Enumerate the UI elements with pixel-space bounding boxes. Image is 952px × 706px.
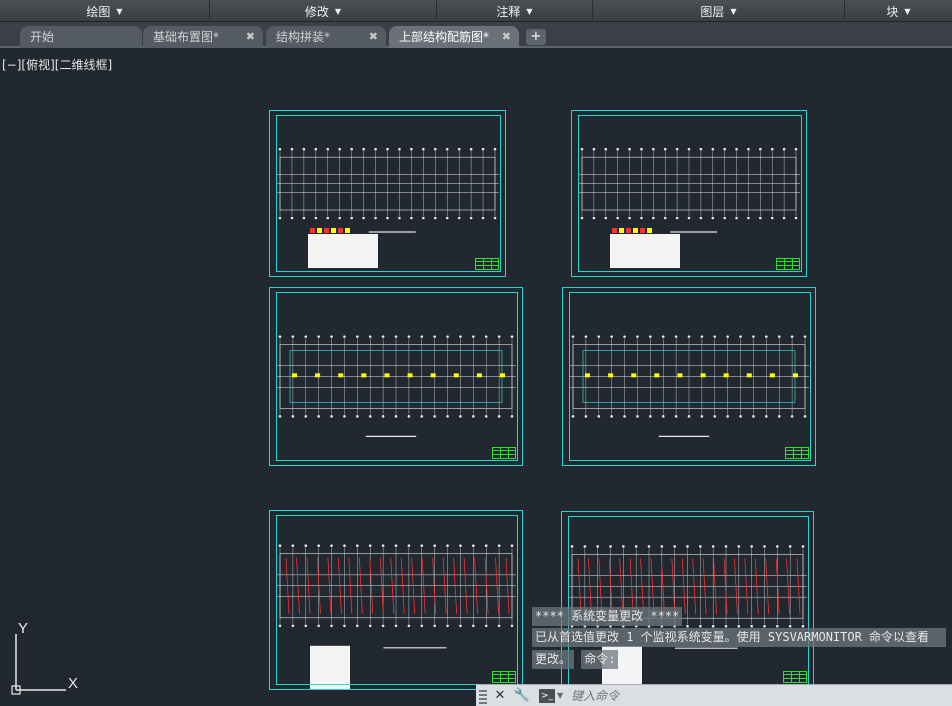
sheet-inner-border [569,292,811,461]
command-history-line: **** 系统变量更改 **** [532,607,683,626]
tab-file-3-label: 上部结构配筋图* [399,30,490,44]
drawing-sheet[interactable] [571,110,807,277]
panel-annotate-label: 注释 [496,4,521,19]
panel-annotate[interactable]: 注释 ▼ [437,0,593,22]
viewport-controls-label[interactable]: [−][俯视][二维线框] [2,56,112,73]
title-block [492,671,516,683]
tab-start-label: 开始 [30,30,55,44]
close-icon[interactable]: ✕ [491,687,509,705]
panel-layers-label: 图层 [700,4,725,19]
command-prompt-icon[interactable]: >_ [539,688,555,703]
sheet-inner-border [276,515,518,685]
drawing-sheet[interactable] [269,110,506,277]
chevron-down-icon: ▼ [526,6,533,16]
close-icon[interactable]: ✖ [502,26,511,48]
new-tab-button[interactable]: + [526,29,546,45]
ribbon-panel-bar: 绘图 ▼ 修改 ▼ 注释 ▼ 图层 ▼ 块 ▼ [0,0,952,22]
close-icon[interactable]: ✖ [246,26,255,48]
tab-file-2[interactable]: 结构拼装* ✖ [266,26,386,48]
wrench-icon[interactable]: 🔧 [513,687,531,705]
command-line-bar: ✕ 🔧 >_ ▼ [476,684,952,706]
panel-block-label: 块 [886,4,899,19]
tab-file-2-label: 结构拼装* [276,30,331,44]
command-history: **** 系统变量更改 **** 已从首选值更改 1 个监视系统变量。使用 SY… [532,607,946,669]
drag-handle-icon[interactable] [479,687,487,704]
panel-layers[interactable]: 图层 ▼ [593,0,845,22]
panel-modify[interactable]: 修改 ▼ [210,0,437,22]
chevron-down-icon: ▼ [730,6,737,16]
chevron-down-icon[interactable]: ▼ [557,691,563,700]
chevron-down-icon: ▼ [116,6,123,16]
panel-modify-label: 修改 [304,4,329,19]
title-block [475,258,499,270]
sheet-inner-border [276,292,518,461]
tab-file-1-label: 基础布置图* [153,30,220,44]
ucs-x-label: X [68,675,79,692]
command-prompt-label: 命令: [581,650,619,669]
panel-block[interactable]: 块 ▼ [845,0,952,22]
sheet-inner-border [578,115,802,272]
chevron-down-icon: ▼ [334,6,342,16]
chevron-down-icon: ▼ [904,6,911,16]
panel-draw[interactable]: 绘图 ▼ [0,0,210,22]
file-tab-bar: 开始 基础布置图* ✖ 结构拼装* ✖ 上部结构配筋图* ✖ [0,22,952,48]
close-icon[interactable]: ✖ [369,26,378,48]
drawing-sheet[interactable] [269,510,523,690]
tab-file-1[interactable]: 基础布置图* ✖ [143,26,263,48]
sheet-inner-border [276,115,501,272]
title-block [492,447,516,459]
title-block [776,258,800,270]
ucs-y-label: Y [18,620,29,637]
title-block [785,447,809,459]
tab-start[interactable]: 开始 [20,26,142,48]
command-history-line: 已从首选值更改 1 个监视系统变量。使用 SYSVARMONITOR 命令以查看 [532,628,946,647]
tab-file-3[interactable]: 上部结构配筋图* ✖ [389,26,519,48]
drawing-sheet[interactable] [562,287,816,466]
panel-draw-label: 绘图 [86,4,111,19]
ucs-icon: Y X [8,620,88,696]
command-history-line: 更改。 [532,650,575,669]
drawing-sheet[interactable] [269,287,523,466]
title-block [783,671,807,683]
command-input[interactable] [571,688,932,703]
